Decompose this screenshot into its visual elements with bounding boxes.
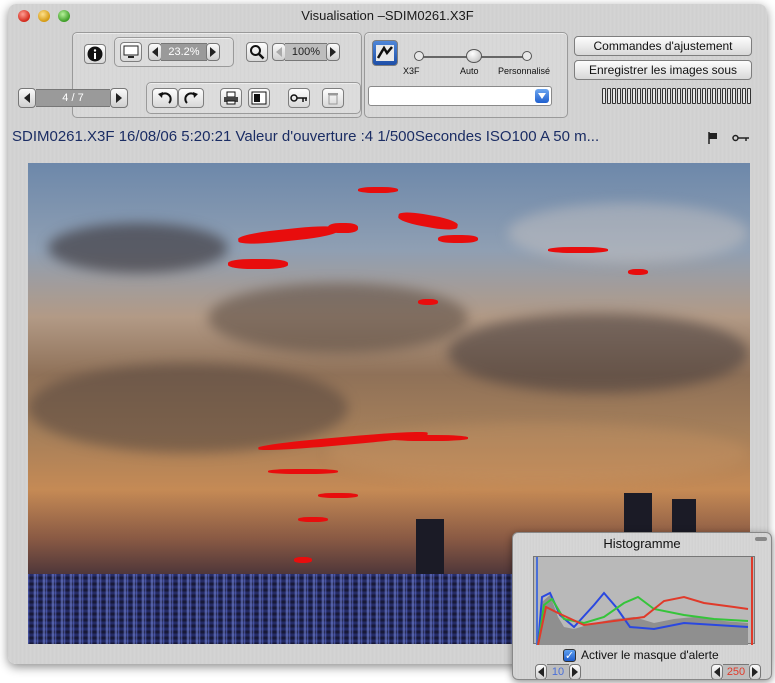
chevron-left-icon <box>24 93 30 103</box>
zoom-increase[interactable] <box>326 43 340 61</box>
highlight <box>628 269 648 275</box>
highlight <box>548 247 608 253</box>
highlight <box>318 493 358 498</box>
key-icon <box>290 94 307 102</box>
printer-icon <box>224 91 238 105</box>
highlight <box>328 223 358 233</box>
fullscreen-icon <box>251 91 267 105</box>
fullscreen-button[interactable] <box>248 88 270 108</box>
slider-label-x3f: X3F <box>403 66 420 76</box>
monitor-icon <box>123 45 139 58</box>
print-button[interactable] <box>220 88 242 108</box>
chevron-right-icon <box>116 93 122 103</box>
zoom-fit-increase[interactable] <box>206 43 220 61</box>
highlight <box>418 299 438 305</box>
flag-icon[interactable] <box>708 132 718 144</box>
key-icon[interactable] <box>732 134 750 142</box>
fit-screen-button[interactable] <box>120 42 142 62</box>
level-indicator <box>602 88 751 104</box>
x3f-mode-button[interactable] <box>372 40 398 66</box>
histogram-curves <box>536 557 753 646</box>
chevron-right-icon <box>572 667 578 677</box>
high-threshold-decrease[interactable] <box>711 664 723 679</box>
save-images-button[interactable]: Enregistrer les images sous <box>574 60 752 80</box>
high-threshold-value: 250 <box>723 664 749 679</box>
histogram-title: Histogramme <box>603 536 681 551</box>
cloud <box>208 283 468 353</box>
highlight <box>358 187 398 193</box>
lock-button[interactable] <box>288 88 310 108</box>
previous-image-button[interactable] <box>18 88 36 108</box>
x3f-icon <box>376 45 394 61</box>
chevron-left-icon <box>152 47 158 57</box>
window-title: Visualisation –SDIM0261.X3F <box>301 8 474 23</box>
adjust-controls-button[interactable]: Commandes d'ajustement <box>574 36 752 56</box>
zoom-fit-value: 23.2% <box>161 43 207 61</box>
image-counter: 4 / 7 <box>36 89 110 107</box>
chevron-right-icon <box>330 47 336 57</box>
zoom-decrease[interactable] <box>272 43 286 61</box>
histogram-chart <box>533 556 755 646</box>
alert-mask-checkbox[interactable]: ✓ <box>563 649 576 662</box>
cloud <box>508 203 748 263</box>
rotate-left-button[interactable] <box>152 88 178 108</box>
low-threshold-value: 10 <box>547 664 569 679</box>
cloud <box>48 223 228 273</box>
highlight <box>438 235 478 243</box>
highlight <box>228 259 288 269</box>
rotate-right-icon <box>184 92 198 104</box>
info-button[interactable] <box>84 44 106 64</box>
rotate-left-icon <box>158 92 172 104</box>
slider-stop-x3f[interactable] <box>414 51 424 61</box>
slider-stop-personnalise[interactable] <box>522 51 532 61</box>
slider-label-personnalise: Personnalisé <box>498 66 551 76</box>
low-threshold-decrease[interactable] <box>535 664 547 679</box>
cloud <box>28 363 348 453</box>
zoom-fit-decrease[interactable] <box>148 43 162 61</box>
highlight <box>388 435 468 441</box>
chevron-left-icon <box>538 667 544 677</box>
high-threshold-increase[interactable] <box>749 664 761 679</box>
next-image-button[interactable] <box>110 88 128 108</box>
info-icon <box>87 46 103 62</box>
highlight <box>294 557 312 563</box>
trash-icon <box>328 93 338 105</box>
highlight <box>268 469 338 474</box>
delete-button[interactable] <box>322 88 344 108</box>
highlight <box>298 517 328 522</box>
chevron-right-icon <box>752 667 758 677</box>
title-bar: Visualisation –SDIM0261.X3F <box>8 4 767 26</box>
zoom-value: 100% <box>285 43 327 61</box>
histogram-panel[interactable]: Histogramme ✓ Activer le masque d'alerte… <box>512 532 772 680</box>
preset-combo[interactable] <box>368 86 552 106</box>
chevron-right-icon <box>210 47 216 57</box>
magnifier-icon <box>250 45 265 60</box>
rotate-right-button[interactable] <box>178 88 204 108</box>
cloud <box>448 313 748 393</box>
magnify-button[interactable] <box>246 42 268 62</box>
low-threshold-increase[interactable] <box>569 664 581 679</box>
combo-arrow-button[interactable] <box>535 89 549 103</box>
alert-mask-label: Activer le masque d'alerte <box>581 648 719 662</box>
image-info-text: SDIM0261.X3F 16/08/06 5:20:21 Valeur d'o… <box>12 128 600 145</box>
chevron-left-icon <box>714 667 720 677</box>
mode-slider-knob[interactable] <box>466 49 482 63</box>
cloud <box>328 423 748 483</box>
chevron-left-icon <box>276 47 282 57</box>
slider-label-auto: Auto <box>460 66 479 76</box>
chevron-down-icon <box>538 93 546 99</box>
collapse-handle[interactable] <box>755 537 767 541</box>
